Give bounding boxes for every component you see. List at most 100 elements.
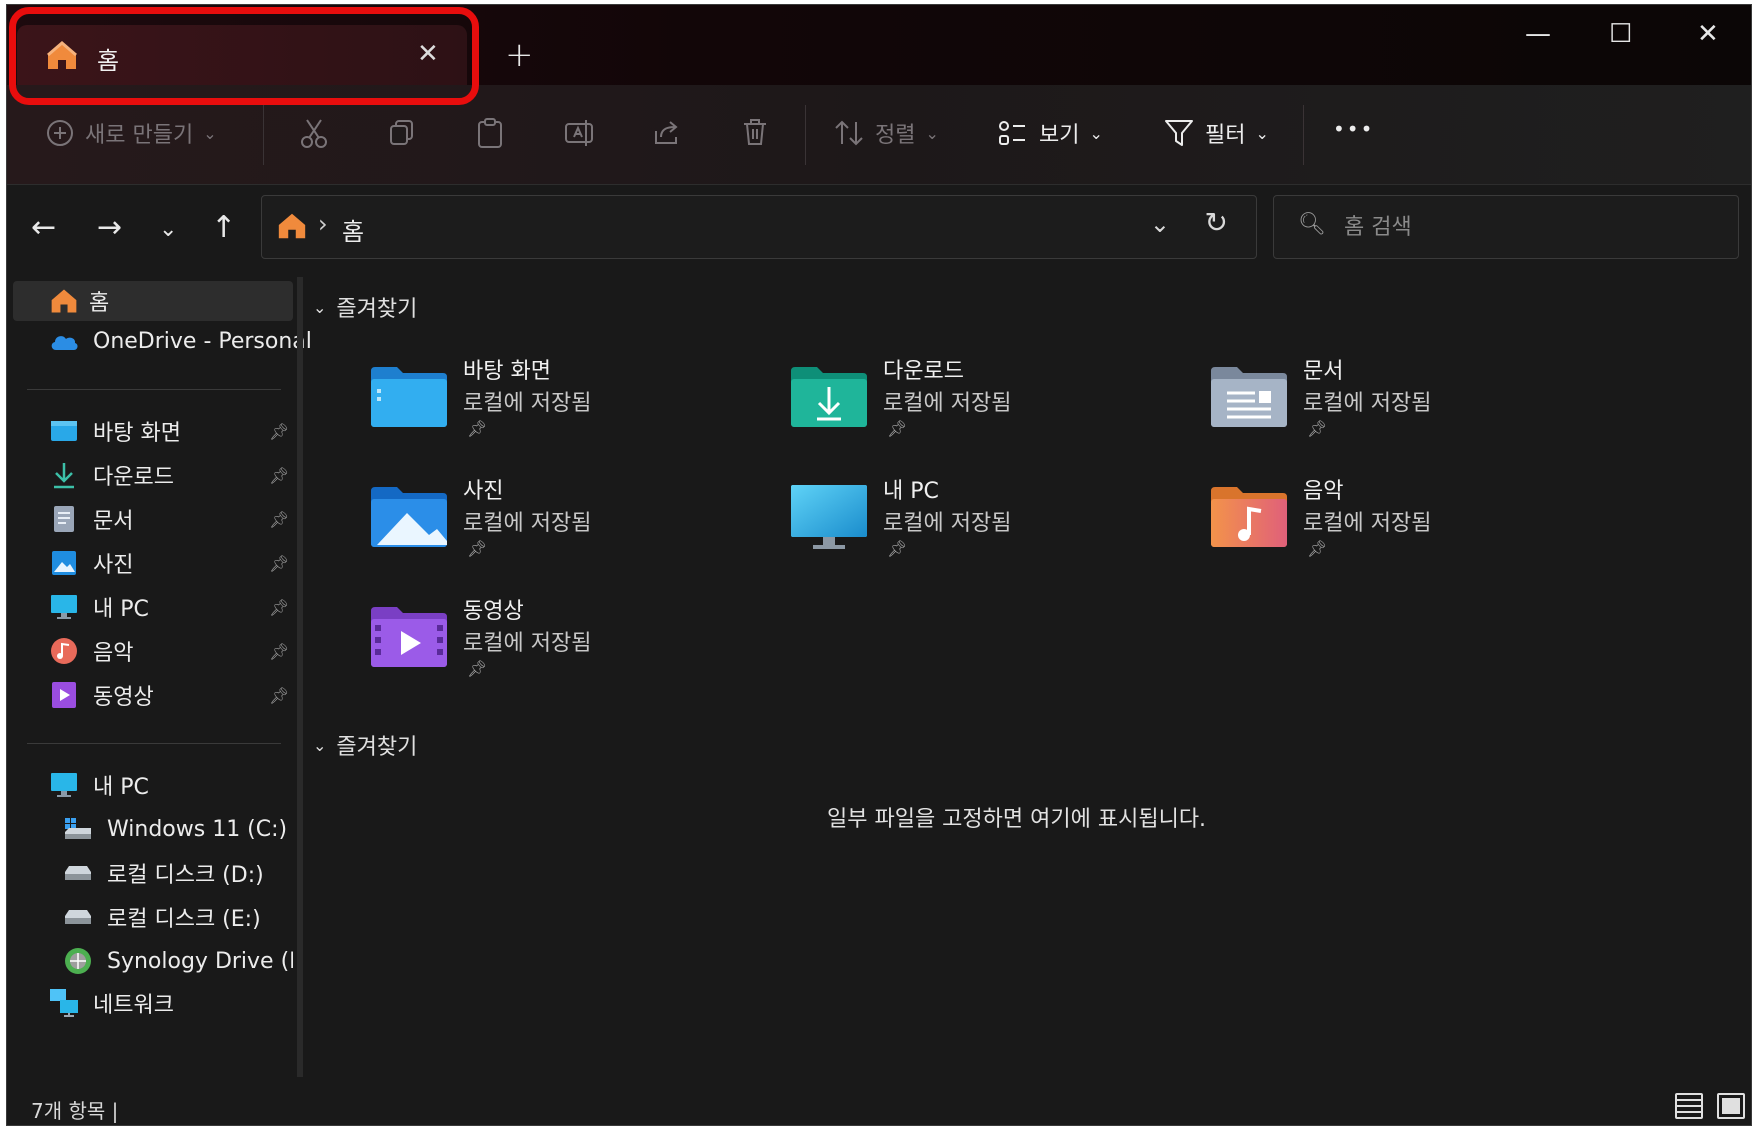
recent-locations-button[interactable]: ⌄ [159, 217, 177, 242]
sidebar-item-label: 로컬 디스크 (D:) [107, 863, 264, 888]
pictures-folder-icon [371, 487, 447, 547]
pin-icon[interactable]: 📌︎ [269, 686, 289, 705]
search-box[interactable]: 🔍︎ [1273, 195, 1739, 259]
pin-icon[interactable]: 📌︎ [269, 422, 289, 441]
copy-button[interactable] [387, 117, 417, 147]
close-window-button[interactable]: ✕ [1697, 19, 1719, 49]
document-icon [49, 504, 79, 534]
minimize-button[interactable]: — [1525, 19, 1551, 49]
filter-button[interactable]: 필터 ⌄ [1163, 117, 1269, 149]
tile-desktop[interactable]: 바탕 화면 로컬에 저장됨 📌︎ [369, 353, 729, 453]
sidebar-item-pictures[interactable]: 사진 📌︎ [7, 543, 293, 583]
sidebar-item-onedrive[interactable]: OneDrive - Personal [7, 321, 312, 361]
sidebar-item-drive-e[interactable]: 로컬 디스크 (E:) [7, 897, 293, 937]
hard-drive-icon [63, 902, 93, 932]
up-button[interactable]: ↑ [211, 210, 236, 245]
tiles-view-icon[interactable] [1717, 1093, 1745, 1119]
view-button[interactable]: 보기 ⌄ [997, 117, 1103, 149]
pin-icon: 📌︎ [467, 419, 488, 438]
sidebar-item-downloads[interactable]: 다운로드 📌︎ [7, 455, 293, 495]
sidebar-scrollbar[interactable] [297, 277, 303, 1077]
chevron-down-icon: ⌄ [1255, 123, 1269, 143]
sidebar-item-videos[interactable]: 동영상 📌︎ [7, 675, 293, 715]
pin-icon[interactable]: 📌︎ [269, 642, 289, 661]
pin-icon[interactable]: 📌︎ [269, 510, 289, 529]
sidebar-item-drive-d[interactable]: 로컬 디스크 (D:) [7, 853, 293, 893]
monitor-icon [49, 770, 79, 800]
pin-icon[interactable]: 📌︎ [269, 554, 289, 573]
tab-close-icon[interactable]: ✕ [417, 39, 439, 69]
tile-name: 바탕 화면 [463, 359, 551, 384]
tile-name: 사진 [463, 479, 504, 504]
sort-button[interactable]: 정렬 ⌄ [833, 117, 939, 149]
sidebar-item-label: Synology Drive (IP [107, 948, 293, 974]
quick-access-header[interactable]: ⌄ 즐겨찾기 [313, 291, 417, 323]
sidebar-item-music[interactable]: 음악 📌︎ [7, 631, 293, 671]
details-view-icon[interactable] [1675, 1093, 1703, 1119]
hard-drive-icon [63, 858, 93, 888]
cloud-icon [49, 326, 79, 356]
music-folder-icon [1211, 487, 1287, 547]
sidebar-item-label: 내 PC [93, 597, 149, 622]
forward-button[interactable]: → [97, 210, 122, 245]
cut-button[interactable] [299, 117, 329, 149]
tile-pictures[interactable]: 사진 로컬에 저장됨 📌︎ [369, 473, 729, 573]
filter-icon [1165, 120, 1193, 146]
pin-icon[interactable]: 📌︎ [269, 598, 289, 617]
breadcrumb-home[interactable]: 홈 [342, 212, 364, 247]
music-icon [49, 636, 79, 666]
pin-icon[interactable]: 📌︎ [269, 466, 289, 485]
share-button[interactable] [651, 117, 681, 147]
sidebar-item-desktop[interactable]: 바탕 화면 📌︎ [7, 411, 293, 451]
windows-drive-icon [63, 814, 93, 844]
sidebar-item-synology[interactable]: Synology Drive (IP [7, 941, 293, 981]
empty-favorites-message: 일부 파일을 고정하면 여기에 표시됩니다. [827, 807, 1207, 832]
sidebar-item-network[interactable]: 네트워크 [7, 983, 293, 1023]
sidebar-item-documents[interactable]: 문서 📌︎ [7, 499, 293, 539]
plus-circle-icon [47, 120, 73, 146]
pin-icon: 📌︎ [1307, 539, 1328, 558]
video-icon [49, 680, 79, 710]
sidebar-item-home[interactable]: 홈 [13, 281, 293, 321]
maximize-button[interactable]: ☐ [1609, 19, 1632, 49]
tile-documents[interactable]: 문서 로컬에 저장됨 📌︎ [1209, 353, 1569, 453]
tile-videos[interactable]: 동영상 로컬에 저장됨 📌︎ [369, 593, 729, 693]
sidebar-item-this-pc-tree[interactable]: 내 PC [7, 765, 293, 805]
tile-name: 내 PC [883, 479, 939, 504]
rename-button[interactable] [563, 117, 595, 149]
chevron-down-icon: ⌄ [1089, 123, 1103, 143]
paste-button[interactable] [475, 117, 505, 149]
tile-status: 로컬에 저장됨 [1303, 391, 1432, 416]
tab-title: 홈 [97, 47, 120, 75]
tile-downloads[interactable]: 다운로드 로컬에 저장됨 📌︎ [789, 353, 1149, 453]
back-button[interactable]: ← [31, 210, 56, 245]
tile-status: 로컬에 저장됨 [883, 511, 1012, 536]
pin-icon: 📌︎ [467, 659, 488, 678]
file-explorer-window: 홈 ✕ + — ☐ ✕ 새로 만들기 ⌄ 정렬 ⌄ 보기 ⌄ 필터 ⌄ ••• … [6, 4, 1752, 1126]
view-button-label: 보기 [1039, 123, 1080, 148]
breadcrumb-chevron-icon: › [318, 210, 328, 238]
pictures-icon [49, 548, 79, 578]
download-icon [49, 460, 79, 490]
tile-status: 로컬에 저장됨 [463, 631, 592, 656]
address-bar[interactable]: › 홈 ⌄ ↻ [261, 195, 1257, 259]
sidebar-item-this-pc[interactable]: 내 PC 📌︎ [7, 587, 293, 627]
pin-icon: 📌︎ [1307, 419, 1328, 438]
sidebar-item-drive-c[interactable]: Windows 11 (C:) [7, 809, 293, 849]
chevron-down-icon: ⌄ [203, 123, 217, 143]
address-dropdown-button[interactable]: ⌄ [1150, 210, 1170, 238]
network-drive-icon [63, 946, 93, 976]
tile-this-pc[interactable]: 내 PC 로컬에 저장됨 📌︎ [789, 473, 1149, 573]
chevron-down-icon: ⌄ [925, 123, 939, 143]
new-button[interactable]: 새로 만들기 ⌄ [45, 117, 217, 149]
home-icon [49, 286, 79, 316]
search-input[interactable] [1344, 210, 1704, 244]
refresh-button[interactable]: ↻ [1205, 206, 1228, 239]
delete-button[interactable] [741, 117, 769, 147]
desktop-folder-icon [371, 367, 447, 427]
new-tab-button[interactable]: + [505, 35, 534, 75]
favorites-header[interactable]: ⌄ 즐겨찾기 [313, 729, 417, 761]
more-options-button[interactable]: ••• [1333, 117, 1374, 141]
tile-music[interactable]: 음악 로컬에 저장됨 📌︎ [1209, 473, 1569, 573]
tile-status: 로컬에 저장됨 [883, 391, 1012, 416]
